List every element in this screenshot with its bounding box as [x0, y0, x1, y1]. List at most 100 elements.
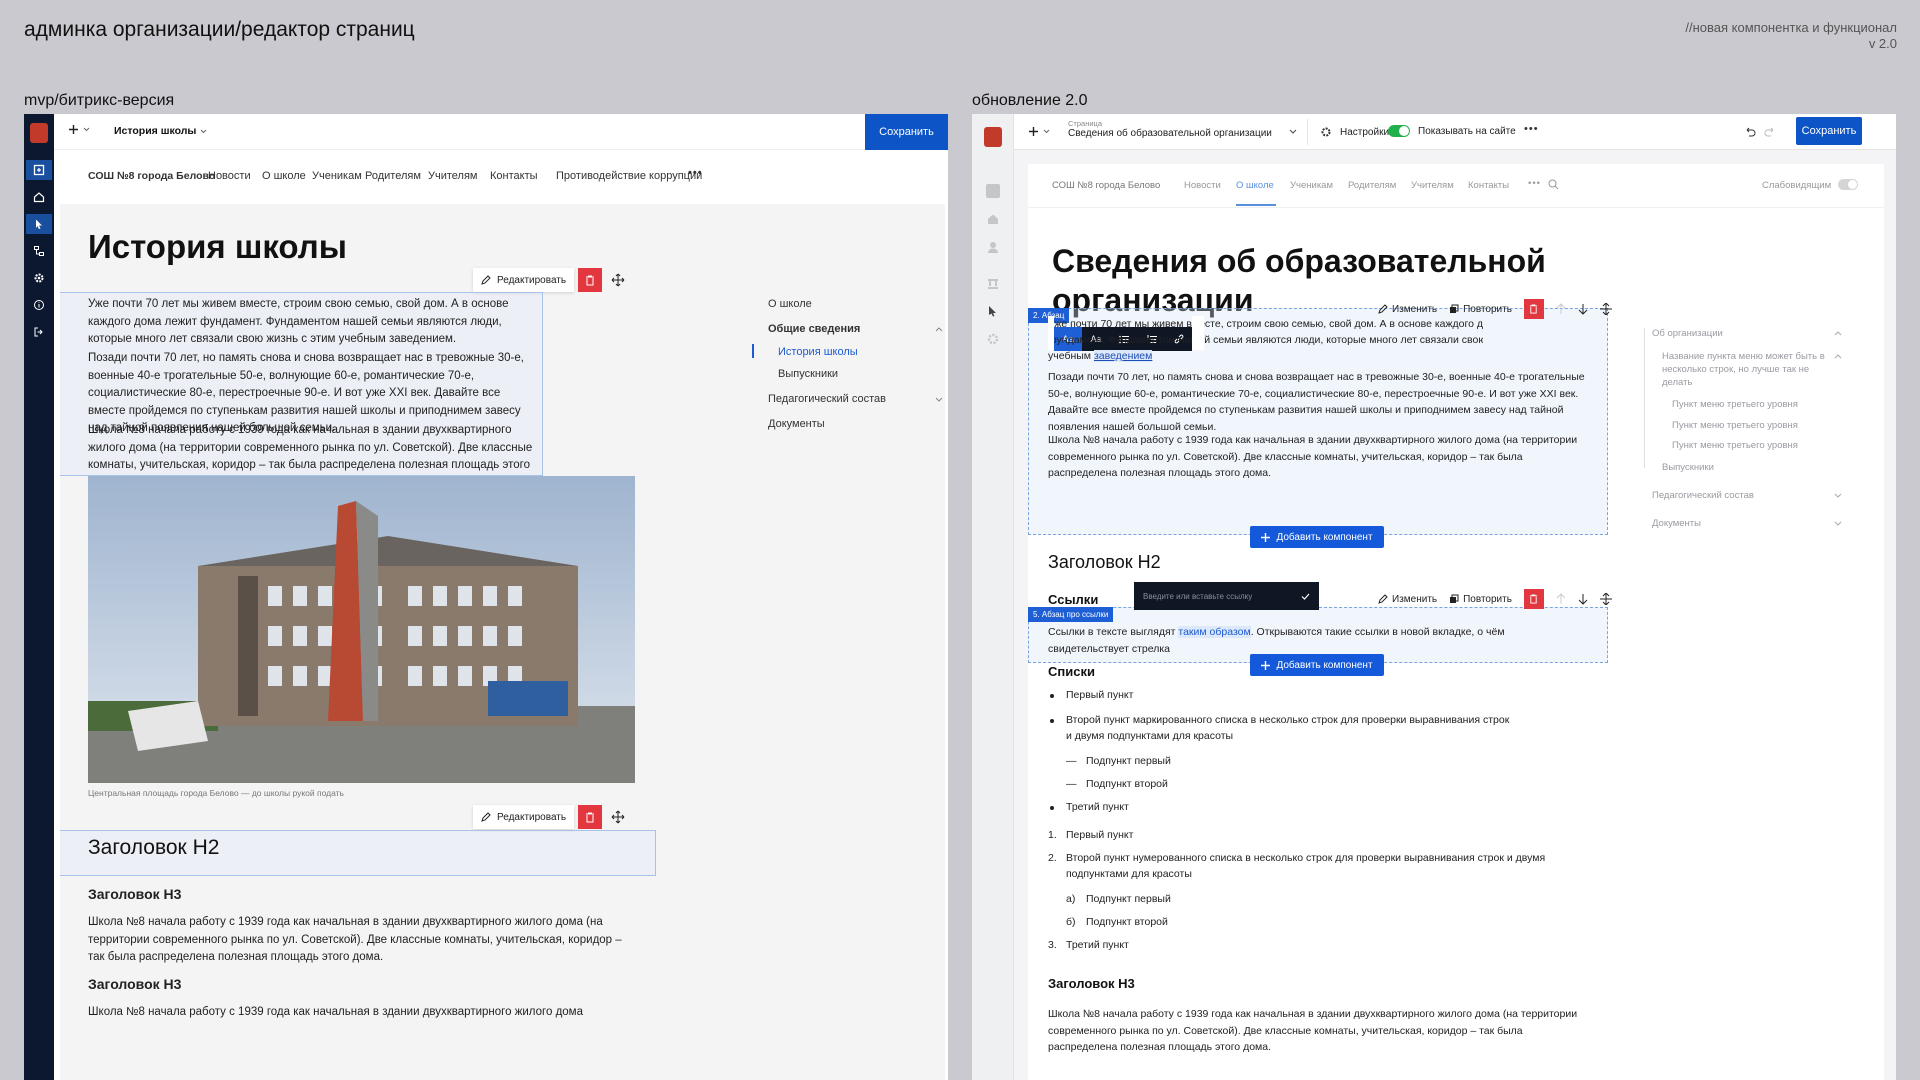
arrow-down-icon[interactable]: [1578, 593, 1588, 605]
toc-docs[interactable]: Документы: [768, 418, 825, 430]
right-sidebar: [972, 114, 1014, 1080]
nav-parents[interactable]: Родителям: [1348, 180, 1396, 191]
delete-button[interactable]: [578, 268, 603, 292]
repeat-button[interactable]: Повторить: [1449, 304, 1512, 315]
nav-students[interactable]: Ученикам: [312, 170, 362, 182]
edit-button-2[interactable]: Редактировать: [473, 805, 575, 829]
page-title-line1: Сведения об образовательной: [1052, 243, 1546, 279]
page-selector[interactable]: Страница Сведения об образовательной орг…: [1068, 119, 1308, 145]
toc-item-long[interactable]: Название пункта меню может быть в нескол…: [1662, 350, 1827, 389]
settings-button[interactable]: Настройки: [1320, 126, 1389, 138]
paragraph-1-line2: фундамент. Фундаментом нашей семьи являю…: [1048, 334, 1483, 346]
nav-teachers[interactable]: Учителям: [428, 170, 477, 182]
edit-button[interactable]: Редактировать: [473, 268, 575, 292]
arrow-up-icon[interactable]: [1556, 303, 1566, 315]
move-handle-2[interactable]: [606, 805, 630, 829]
save-button[interactable]: Сохранить: [865, 114, 948, 150]
ol-item: Третий пункт: [1066, 939, 1129, 951]
cursor-icon[interactable]: [26, 214, 52, 234]
arrow-down-icon[interactable]: [1578, 303, 1588, 315]
nav-anticorruption[interactable]: Противодействие коррупции: [556, 170, 702, 182]
add-component-button[interactable]: Добавить компонент: [1250, 526, 1384, 548]
nav-about[interactable]: О школе: [262, 170, 306, 182]
school-name[interactable]: СОШ №8 города Белово: [1052, 180, 1160, 191]
megaphone-icon[interactable]: [986, 184, 1000, 198]
settings-icon[interactable]: [29, 268, 49, 288]
toc-item-history[interactable]: История школы: [778, 346, 858, 358]
toc-root[interactable]: Об организации: [1652, 328, 1842, 339]
arrow-up-icon[interactable]: [1556, 593, 1566, 605]
nav-teachers[interactable]: Учителям: [1411, 180, 1454, 191]
repeat-button-2[interactable]: Повторить: [1449, 594, 1512, 605]
list-subitem: Подпункт второй: [1086, 778, 1168, 790]
move-icon: [611, 273, 625, 287]
nav-contacts[interactable]: Контакты: [1468, 180, 1509, 191]
toc-item-graduates[interactable]: Выпускники: [778, 368, 838, 380]
change-button[interactable]: Изменить: [1378, 304, 1437, 315]
page-selector-title: Сведения об образовательной организации: [1068, 128, 1272, 139]
pages-icon[interactable]: [26, 160, 52, 180]
move-handle[interactable]: [606, 268, 630, 292]
toc-docs[interactable]: Документы: [1652, 518, 1842, 529]
toc-graduates[interactable]: Выпускники: [1662, 462, 1714, 473]
toc-teachers[interactable]: Педагогический состав: [768, 393, 943, 405]
redo-icon[interactable]: [1764, 125, 1776, 137]
pencil-icon: [1378, 594, 1388, 604]
more-icon[interactable]: •••: [688, 167, 703, 179]
settings-icon[interactable]: [986, 332, 1000, 346]
toc-teachers[interactable]: Педагогический состав: [1652, 490, 1842, 501]
structure-icon[interactable]: [986, 276, 1000, 290]
paragraph-5: Школа №8 начала работу с 1939 года как н…: [88, 1006, 583, 1018]
toc-subitem[interactable]: Пункт меню третьего уровня: [1672, 399, 1798, 410]
school-name[interactable]: СОШ №8 города Белово: [88, 170, 215, 182]
nav-contacts[interactable]: Контакты: [490, 170, 538, 182]
site-nav: СОШ №8 города Белово Новости О школе Уче…: [60, 150, 945, 204]
show-on-site-toggle[interactable]: Показывать на сайте: [1388, 125, 1516, 137]
logout-icon[interactable]: [29, 322, 49, 342]
delete-button-2[interactable]: [578, 805, 603, 829]
link-input[interactable]: Введите или вставьте ссылку: [1143, 592, 1252, 601]
save-button[interactable]: Сохранить: [1796, 117, 1862, 145]
toc-subitem[interactable]: Пункт меню третьего уровня: [1672, 440, 1798, 451]
links-text: Ссылки в тексте выглядят: [1048, 626, 1176, 638]
add-page-button[interactable]: [1028, 126, 1050, 137]
inline-link[interactable]: таким образом: [1178, 626, 1251, 638]
selected-word[interactable]: заведением: [1093, 350, 1153, 362]
home-icon[interactable]: [29, 187, 49, 207]
add-page-button[interactable]: [68, 124, 90, 135]
structure-icon[interactable]: [29, 241, 49, 261]
user-icon[interactable]: [986, 240, 1000, 254]
coat-of-arms-logo: [984, 127, 1002, 147]
check-icon[interactable]: [1301, 593, 1310, 600]
toc-subitem[interactable]: Пункт меню третьего уровня: [1672, 420, 1798, 431]
nav-news[interactable]: Новости: [1184, 180, 1221, 191]
info-icon[interactable]: [29, 295, 49, 315]
paragraph-2: Позади почти 70 лет, но память снова и с…: [1048, 371, 1585, 433]
split-icon[interactable]: [1599, 303, 1612, 315]
delete-button[interactable]: [1523, 299, 1544, 319]
more-icon[interactable]: •••: [1528, 178, 1541, 189]
photo-caption: Центральная площадь города Белово — до ш…: [88, 788, 344, 798]
search-icon[interactable]: [1548, 179, 1559, 190]
change-button-2[interactable]: Изменить: [1378, 594, 1437, 605]
toggle-switch[interactable]: [1388, 125, 1410, 137]
right-topbar: Страница Сведения об образовательной орг…: [1014, 114, 1896, 150]
toc-root[interactable]: О школе: [768, 298, 812, 310]
low-vision-toggle[interactable]: [1838, 179, 1858, 190]
split-icon[interactable]: [1599, 593, 1612, 605]
nav-active-underline: [1236, 204, 1276, 206]
delete-button-2[interactable]: [1523, 589, 1544, 609]
nav-about[interactable]: О школе: [1236, 180, 1274, 191]
toc-group[interactable]: Общие сведения: [768, 323, 943, 335]
cursor-icon[interactable]: [986, 304, 1000, 318]
page-selector[interactable]: История школы: [114, 125, 207, 137]
nav-news[interactable]: Новости: [208, 170, 251, 182]
chevron-up-icon[interactable]: [1834, 354, 1842, 359]
undo-icon[interactable]: [1744, 125, 1756, 137]
nav-students[interactable]: Ученикам: [1290, 180, 1333, 191]
add-component-button-2[interactable]: Добавить компонент: [1250, 654, 1384, 676]
list-subitem: Подпункт первый: [1086, 755, 1171, 767]
nav-parents[interactable]: Родителям: [365, 170, 421, 182]
home-icon[interactable]: [986, 212, 1000, 226]
more-icon[interactable]: •••: [1524, 123, 1539, 135]
